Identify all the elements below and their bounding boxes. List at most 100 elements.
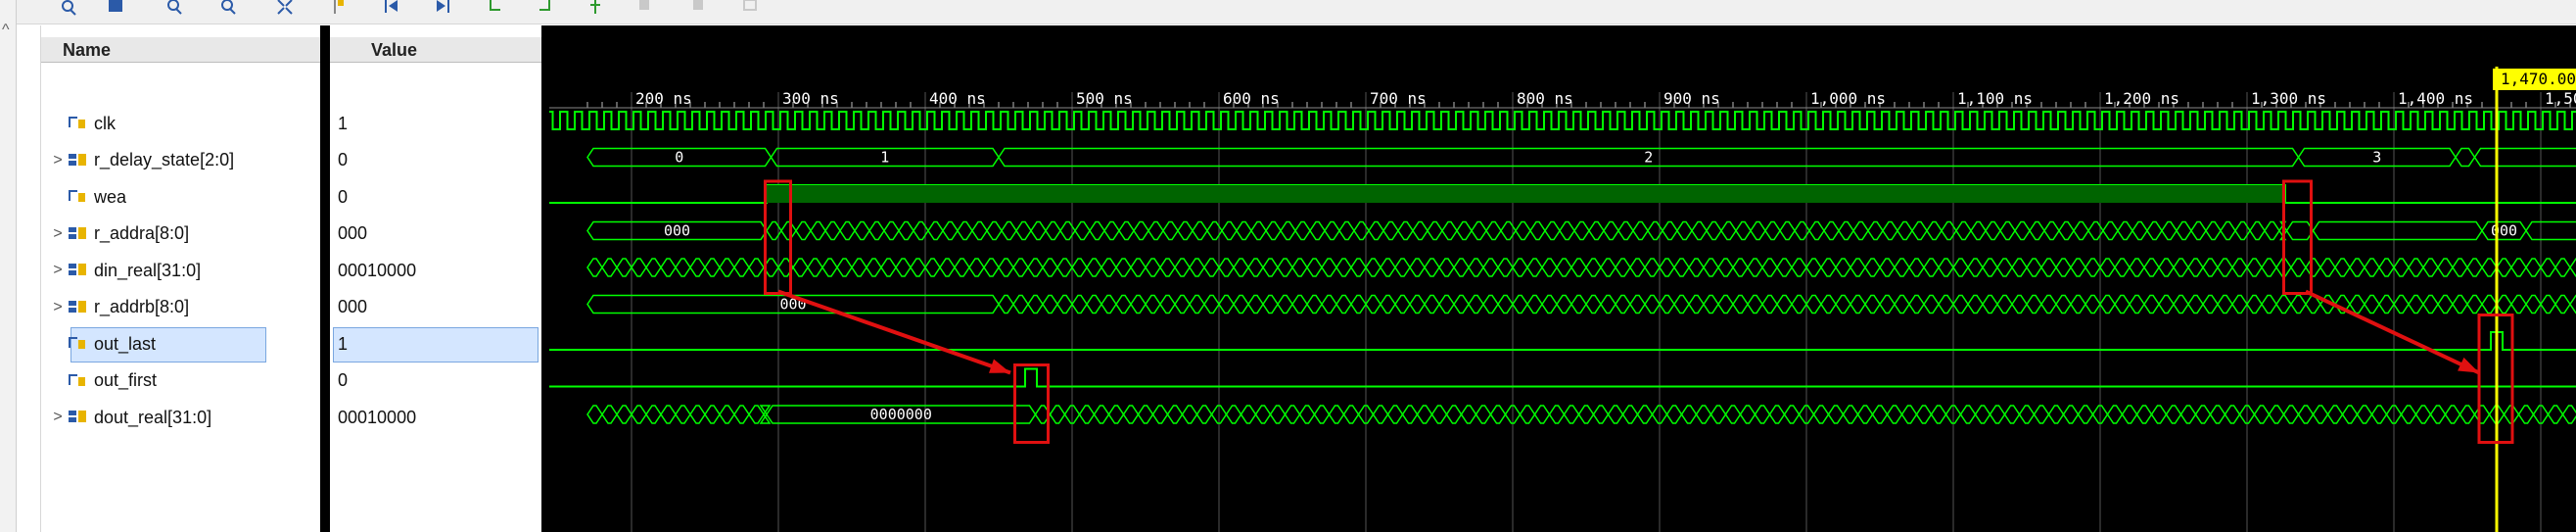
r-addra-wave xyxy=(1676,220,1693,241)
dout-real-wave xyxy=(1313,405,1331,424)
r-addra-wave xyxy=(2014,220,2031,241)
logic-signal-icon xyxy=(69,373,85,386)
r-addra-wave xyxy=(1485,220,1502,241)
dout-real-wave xyxy=(2209,405,2226,424)
panel-splitter[interactable] xyxy=(320,25,330,532)
r-addrb-wave xyxy=(2452,294,2468,314)
logic-signal-icon xyxy=(69,190,85,202)
bus-signal-icon xyxy=(69,300,86,313)
next-transition-icon[interactable] xyxy=(534,0,555,18)
r-addra-wave xyxy=(2264,220,2280,241)
r-addra-wave xyxy=(1353,220,1370,241)
din-real-wave xyxy=(2481,258,2498,277)
din-real-wave xyxy=(1482,258,1499,277)
zoom-fit-icon[interactable] xyxy=(274,0,296,18)
r-addrb-wave xyxy=(1409,294,1426,314)
din-real-wave xyxy=(1350,258,1367,277)
signal-row-r-addra[interactable]: > r_addra[8:0] xyxy=(49,217,189,252)
r-addra-wave xyxy=(1852,220,1869,241)
panel-splitter[interactable] xyxy=(541,25,549,532)
r-addrb-wave xyxy=(2143,294,2160,314)
value-column-header[interactable]: Value xyxy=(330,37,541,63)
din-real-wave xyxy=(2011,258,2028,277)
r-addrb-wave xyxy=(2496,294,2512,314)
go-to-start-icon[interactable] xyxy=(381,0,402,18)
zoom-in-icon[interactable] xyxy=(164,0,185,18)
add-marker-icon[interactable] xyxy=(328,0,350,18)
name-column-header[interactable]: Name xyxy=(41,37,320,63)
dout-real-wave xyxy=(601,405,618,424)
dout-real-wave xyxy=(2547,405,2564,424)
signal-value: 1 xyxy=(338,333,349,354)
previous-transition-icon[interactable] xyxy=(485,0,506,18)
signal-row-dout-real[interactable]: > dout_real[31:0] xyxy=(49,400,211,435)
din-real-wave xyxy=(2393,258,2410,277)
dout-real-wave xyxy=(2561,405,2576,424)
caret-up-icon[interactable]: ^ xyxy=(2,22,10,39)
signal-value: 0 xyxy=(338,150,349,169)
dout-real-wave xyxy=(1328,405,1345,424)
r-addra-wave xyxy=(2043,220,2060,241)
r-addra-wave xyxy=(1030,220,1047,241)
r-addra-wave xyxy=(2190,220,2207,241)
r-addra-wave xyxy=(1882,220,1898,241)
dout-real-wave xyxy=(1240,405,1257,424)
r-addra-wave xyxy=(927,220,944,241)
din-real-wave xyxy=(1982,258,1998,277)
dout-real-wave xyxy=(2077,405,2094,424)
r-addrb-wave xyxy=(1350,294,1367,314)
dout-real-wave xyxy=(1886,405,1903,424)
signal-name-label: r_addra[8:0] xyxy=(94,223,190,243)
signal-row-clk[interactable]: clk xyxy=(49,106,116,141)
signal-name-label: out_last xyxy=(94,333,157,354)
r-addrb-wave xyxy=(1042,294,1058,314)
din-real-wave xyxy=(2540,258,2556,277)
dout-real-wave xyxy=(1680,405,1698,424)
chevron-right-icon[interactable]: > xyxy=(49,262,67,279)
signal-row-din-real[interactable]: > din_real[31:0] xyxy=(49,253,201,288)
signal-row-wea[interactable]: wea xyxy=(49,179,126,215)
r-addrb-wave xyxy=(998,294,1014,314)
add-marker-icon[interactable] xyxy=(585,0,606,18)
r-addrb-wave xyxy=(1967,294,1984,314)
r-addrb-wave xyxy=(1291,294,1308,314)
r-delay-state-wave-label: 2 xyxy=(1644,149,1653,167)
signal-row-out-first[interactable]: out_first xyxy=(49,363,157,399)
save-icon[interactable] xyxy=(105,0,126,18)
search-icon[interactable] xyxy=(58,0,79,18)
snap-icon xyxy=(739,0,761,18)
r-addrb-wave xyxy=(1321,294,1337,314)
waveform-canvas[interactable]: 200 ns 300 ns 400 ns 500 ns 600 ns 700 ns 800 … xyxy=(549,25,2576,532)
signal-row-r-addrb[interactable]: > r_addrb[8:0] xyxy=(49,290,189,325)
din-real-wave xyxy=(1115,258,1132,277)
signal-name-label: wea xyxy=(94,186,127,207)
din-real-wave xyxy=(1203,258,1220,277)
din-real-wave xyxy=(1703,258,1719,277)
zoom-out-icon[interactable] xyxy=(217,0,239,18)
din-real-wave xyxy=(1938,258,1954,277)
dout-real-wave xyxy=(631,405,647,424)
signal-row-out-last[interactable]: out_last xyxy=(49,326,156,362)
r-addrb-wave xyxy=(1394,294,1411,314)
dout-real-wave xyxy=(2356,405,2373,424)
chevron-right-icon[interactable]: > xyxy=(49,409,67,426)
din-real-wave xyxy=(1952,258,1969,277)
din-real-wave xyxy=(2554,258,2571,277)
left-panel-strip: ^ xyxy=(0,0,17,532)
chevron-right-icon[interactable]: > xyxy=(49,152,67,169)
chevron-right-icon[interactable]: > xyxy=(49,299,67,316)
chevron-right-icon[interactable]: > xyxy=(49,225,67,243)
r-addra-wave xyxy=(2312,220,2483,241)
dout-real-wave xyxy=(675,405,691,424)
signal-row-r-delay-state[interactable]: > r_delay_state[2:0] xyxy=(49,143,234,178)
din-real-wave xyxy=(895,258,912,277)
waveform-svg: 200 ns 300 ns 400 ns 500 ns 600 ns 700 ns 800 … xyxy=(549,67,2576,532)
r-addra-wave xyxy=(2073,220,2089,241)
go-to-end-icon[interactable] xyxy=(432,0,453,18)
dout-real-wave xyxy=(1842,405,1859,424)
dout-real-wave xyxy=(1783,405,1801,424)
r-addrb-wave xyxy=(1644,294,1661,314)
din-real-wave xyxy=(1174,258,1191,277)
ruler-tick-label: 600 ns xyxy=(1223,89,1280,108)
r-addra-wave xyxy=(1265,220,1282,241)
